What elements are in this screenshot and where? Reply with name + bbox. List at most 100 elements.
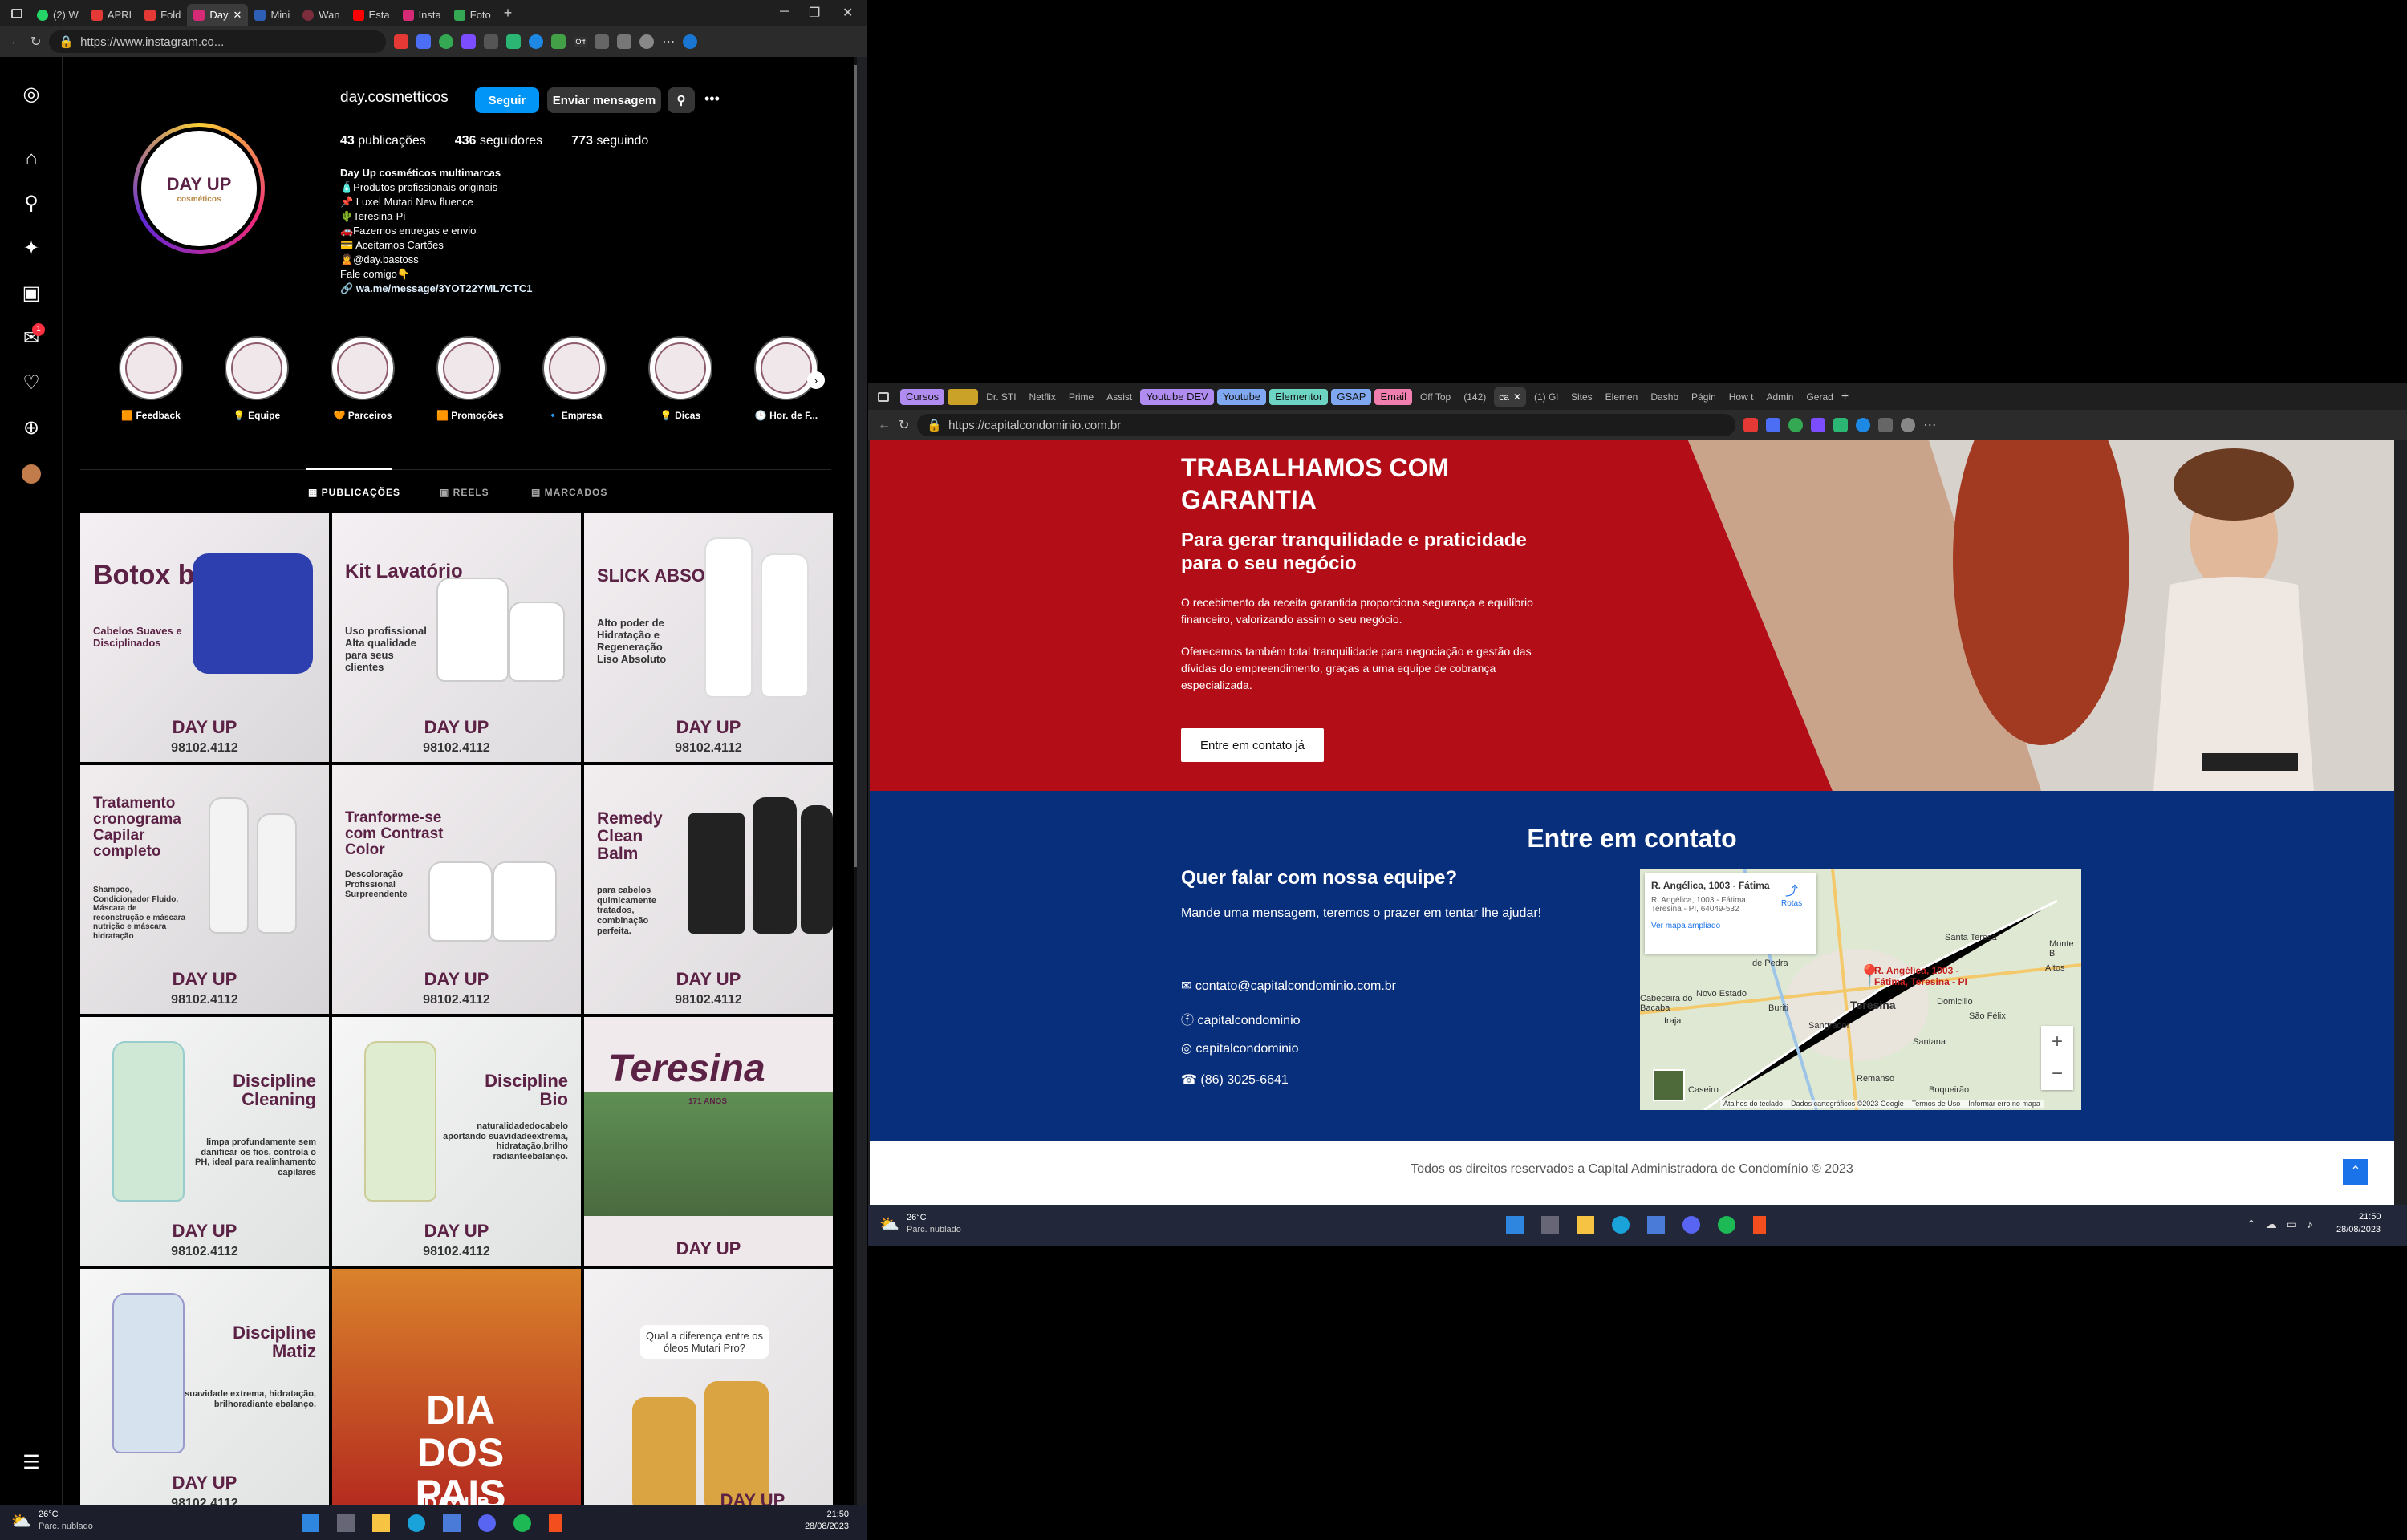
spotify-icon[interactable] (1718, 1216, 1735, 1234)
close-icon[interactable]: ✕ (1513, 391, 1521, 403)
contact-facebook[interactable]: ⓕ capitalcondominio (1181, 1009, 1301, 1028)
scrollbar-thumb[interactable] (854, 65, 857, 867)
extension-icon[interactable] (1766, 418, 1781, 432)
bookmark-email[interactable]: Email (1374, 388, 1412, 405)
tab-off-top[interactable]: Off Top (1415, 387, 1455, 407)
profile-story-ring[interactable]: DAY UP cosméticos (133, 123, 265, 254)
menu-dots-icon[interactable]: ⋯ (662, 34, 675, 50)
more-options-button[interactable]: ••• (704, 91, 720, 107)
new-tab-button[interactable]: + (1841, 390, 1849, 404)
stat-following[interactable]: 773 seguindo (571, 134, 648, 148)
spotify-icon[interactable] (513, 1514, 531, 1532)
tab-sites[interactable]: Sites (1566, 387, 1597, 407)
bookmark-youtube[interactable]: Youtube (1216, 388, 1267, 405)
discord-icon[interactable] (478, 1514, 496, 1532)
menu-dots-icon[interactable]: ⋯ (1923, 417, 1936, 433)
tab-actions-icon[interactable] (878, 391, 889, 402)
tab-admin[interactable]: Admin (1761, 387, 1798, 407)
zoom-in-button[interactable]: + (2041, 1026, 2073, 1058)
instagram-logo-icon[interactable]: ◎ (21, 84, 42, 105)
profile-icon[interactable] (1901, 418, 1916, 432)
bing-icon[interactable] (683, 34, 698, 49)
extension-icon[interactable] (439, 34, 454, 49)
split-screen-icon[interactable] (617, 34, 632, 49)
network-icon[interactable]: ▭ (2287, 1218, 2297, 1231)
tab-pagin[interactable]: Págin (1687, 387, 1721, 407)
highlight-promocoes[interactable]: 🟧 Promoções (436, 336, 504, 421)
reels-icon[interactable]: ▣ (21, 283, 42, 304)
contact-phone[interactable]: ☎ (86) 3025-6641 (1181, 1072, 1289, 1088)
extension-icon[interactable] (1856, 418, 1871, 432)
post-mutari-pro[interactable]: Qual a diferença entre os óleos Mutari P… (584, 1269, 833, 1505)
explore-icon[interactable]: ✦ (21, 238, 42, 259)
off-badge[interactable]: Off (574, 37, 587, 47)
tab-pdf-2[interactable]: Fold (138, 4, 187, 26)
clock-time[interactable]: 21:50 (817, 1510, 849, 1519)
onedrive-icon[interactable]: ☁ (2266, 1218, 2277, 1231)
bigger-map-link[interactable]: Ver mapa ampliado (1651, 922, 1810, 930)
minimize-button[interactable]: ─ (780, 5, 789, 19)
extension-icon[interactable] (551, 34, 566, 49)
close-icon[interactable]: ✕ (233, 9, 242, 22)
tab-wan[interactable]: Wan (296, 4, 346, 26)
bio-link[interactable]: 🔗 wa.me/message/3YOT22YML7CTC1 (340, 282, 532, 296)
tab-youtube-142[interactable]: (142) (1459, 387, 1491, 407)
bookmark-gsap[interactable]: GSAP (1331, 388, 1372, 405)
create-icon[interactable]: ⊕ (21, 418, 42, 439)
extension-icon[interactable] (1788, 418, 1804, 432)
heart-icon[interactable]: ♡ (21, 373, 42, 394)
store-icon[interactable] (1647, 1216, 1665, 1234)
tab-netflix[interactable]: Netflix (1025, 387, 1061, 407)
post-discipline-bio[interactable]: Discipline Bio naturalidadedocabelo apor… (332, 1017, 581, 1266)
contact-email[interactable]: ✉ contato@capitalcondominio.com.br (1181, 978, 1396, 994)
taskview-icon[interactable] (337, 1514, 355, 1532)
bookmark-group-collapsed[interactable] (948, 388, 979, 405)
send-message-button[interactable]: Enviar mensagem (547, 87, 661, 113)
chevron-up-icon[interactable]: ⌃ (2247, 1218, 2256, 1231)
refresh-icon[interactable]: ↻ (30, 34, 41, 50)
map-footer-link[interactable]: Informar erro no mapa (1968, 1100, 2040, 1108)
highlight-empresa[interactable]: 🔹 Empresa (542, 336, 607, 421)
volume-icon[interactable]: ♪ (2307, 1218, 2312, 1231)
menu-icon[interactable]: ☰ (21, 1453, 42, 1473)
extension-icon[interactable] (461, 34, 477, 49)
satellite-toggle[interactable] (1653, 1069, 1685, 1101)
highlight-equipe[interactable]: 💡 Equipe (225, 336, 289, 421)
figma-icon[interactable] (549, 1514, 562, 1532)
highlight-feedback[interactable]: 🟧 Feedback (119, 336, 183, 421)
tab-instagram-day[interactable]: Day ✕ (187, 4, 249, 26)
url-field[interactable]: 🔒 https://capitalcondominio.com.br (917, 414, 1736, 436)
post-slick-absolute[interactable]: SLICK ABSOLUTE Alto poder de Hidratação … (584, 513, 833, 762)
extension-icon[interactable] (529, 34, 544, 49)
search-icon[interactable]: ⚲ (21, 193, 42, 214)
extension-icon[interactable] (484, 34, 499, 49)
map-footer-link[interactable]: Termos de Uso (1912, 1100, 1961, 1108)
extension-icon[interactable] (1743, 418, 1759, 432)
bookmark-youtube-dev[interactable]: Youtube DEV (1140, 388, 1214, 405)
clock-date[interactable]: 28/08/2023 (786, 1522, 849, 1531)
back-to-top-button[interactable]: ⌃ (2343, 1159, 2368, 1185)
tab-instagram-2[interactable]: Insta (396, 4, 448, 26)
highlight-dicas[interactable]: 💡 Dicas (648, 336, 712, 421)
start-icon[interactable] (302, 1514, 319, 1532)
directions-link[interactable]: ⤴ Rotas (1781, 880, 1802, 908)
map-footer-link[interactable]: Atalhos do teclado (1723, 1100, 1783, 1108)
zoom-out-button[interactable]: − (2041, 1058, 2073, 1090)
chevron-right-icon[interactable]: › (807, 371, 825, 389)
clock-time[interactable]: 21:50 (2359, 1212, 2381, 1222)
extension-icon[interactable] (394, 34, 409, 49)
highlight-parceiros[interactable]: 🧡 Parceiros (331, 336, 395, 421)
post-remedy-clean-balm[interactable]: Remedy Clean Balm para cabelos quimicame… (584, 765, 833, 1014)
tab-assist[interactable]: Assist (1102, 387, 1137, 407)
tab-publicacoes[interactable]: ▦ PUBLICAÇÕES (308, 487, 400, 498)
tab-prime[interactable]: Prime (1064, 387, 1098, 407)
post-botox-blond[interactable]: Botox blond Cabelos Suaves e Disciplinad… (80, 513, 329, 762)
profile-icon[interactable] (639, 34, 655, 49)
new-tab-button[interactable]: + (504, 5, 513, 22)
edge-icon[interactable] (408, 1514, 425, 1532)
tab-pdf-1[interactable]: APRI (85, 4, 138, 26)
extension-icon[interactable] (416, 34, 432, 49)
refresh-icon[interactable]: ↻ (899, 417, 909, 433)
url-field[interactable]: 🔒 https://www.instagram.co... (49, 30, 387, 53)
figma-icon[interactable] (1753, 1216, 1766, 1234)
